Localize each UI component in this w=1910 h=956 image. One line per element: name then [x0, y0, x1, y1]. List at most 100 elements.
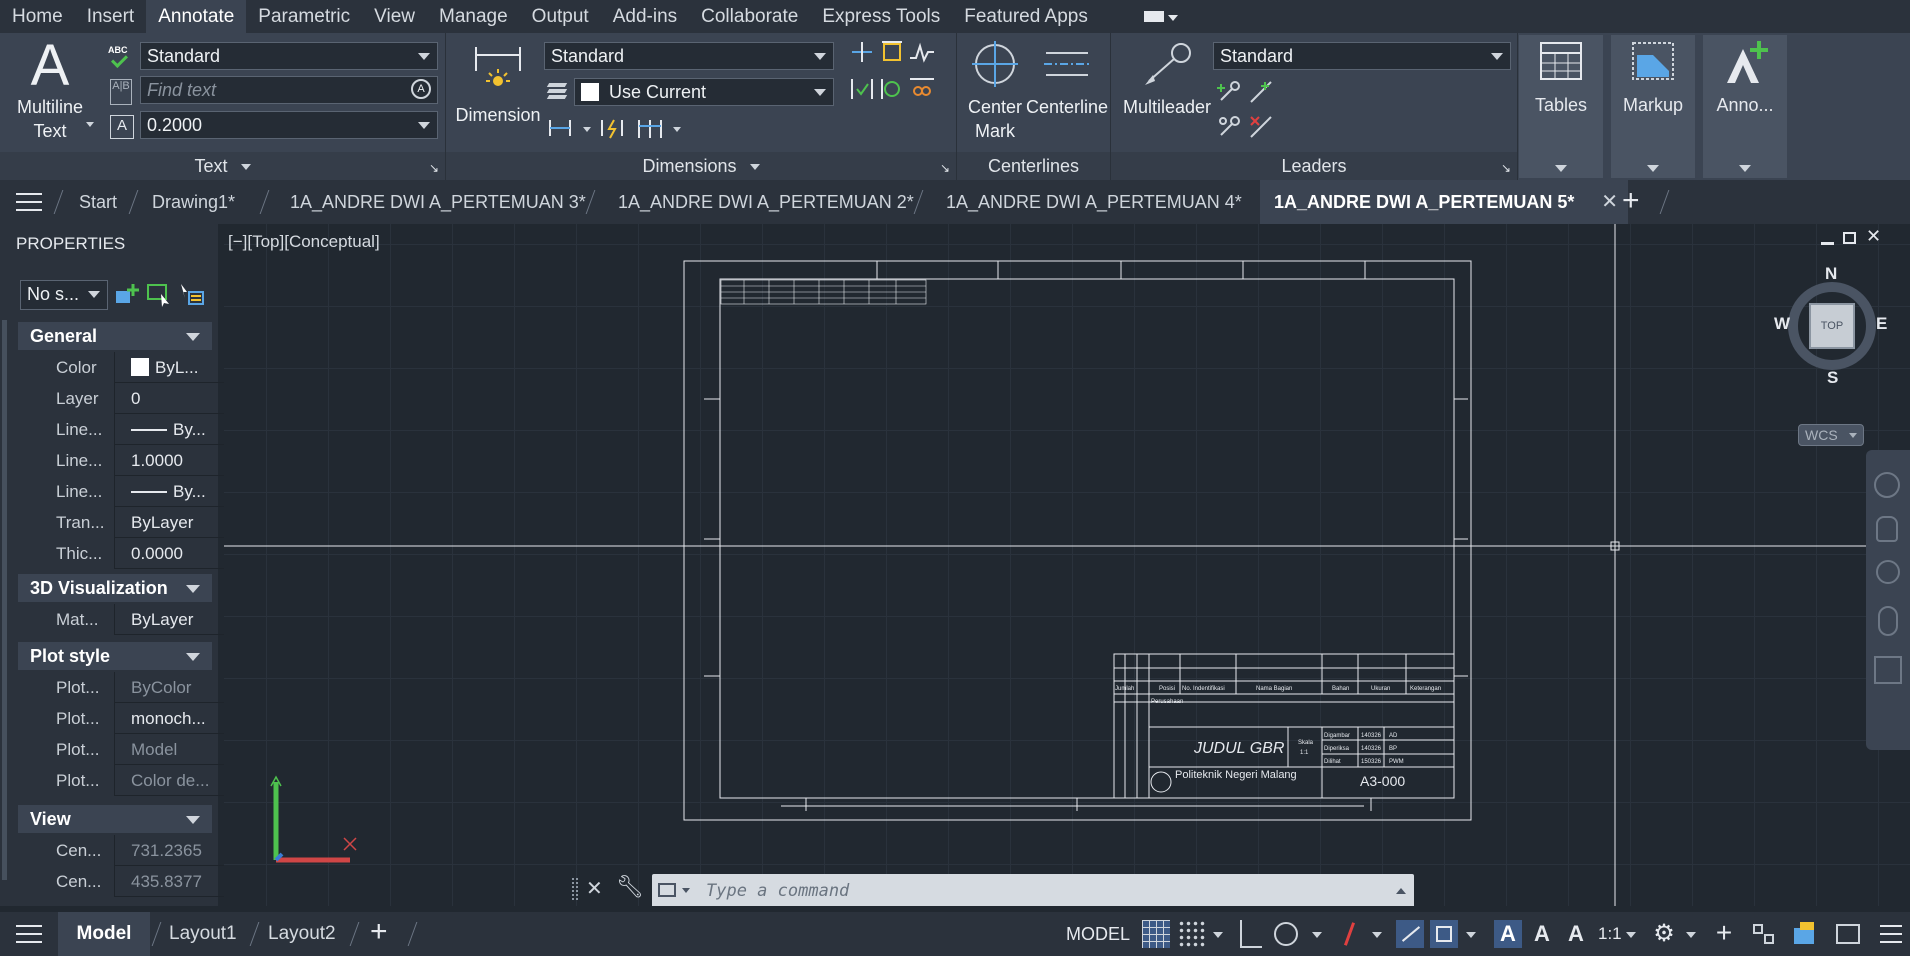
menu-manage[interactable]: Manage — [427, 0, 520, 33]
quick-properties-icon[interactable] — [1790, 920, 1818, 948]
prop-row-layer[interactable]: Layer 0 — [18, 383, 235, 414]
prop-row-center-y[interactable]: Cen... 435.8377 — [18, 866, 235, 897]
markup-button[interactable]: Markup — [1611, 35, 1695, 178]
new-tab-plus-icon[interactable]: + — [1622, 186, 1640, 216]
dim-inspect-icon[interactable] — [848, 75, 876, 103]
dim-reassociate-icon[interactable] — [908, 75, 936, 103]
prop-row-linetype-scale[interactable]: Line... 1.0000 — [18, 445, 235, 476]
customization-menu-icon[interactable] — [1880, 925, 1902, 943]
prop-row-material[interactable]: Mat... ByLayer — [18, 604, 235, 635]
dim-update-icon[interactable] — [878, 75, 906, 103]
prop-row-plot-style[interactable]: Plot... ByColor — [18, 672, 235, 703]
find-search-icon[interactable]: A — [411, 79, 431, 99]
compass-south[interactable]: S — [1827, 368, 1838, 388]
command-input[interactable]: Type a command — [652, 874, 1414, 906]
dialog-launcher-icon[interactable]: ↘ — [1501, 154, 1511, 182]
menu-addins[interactable]: Add-ins — [601, 0, 689, 33]
showmotion-icon[interactable] — [1874, 656, 1902, 684]
isodraft-icon[interactable] — [1336, 920, 1364, 948]
chevron-down-icon[interactable] — [583, 127, 591, 132]
snap-icon[interactable] — [1178, 920, 1206, 948]
command-history-icon[interactable] — [1396, 888, 1406, 894]
units-icon[interactable] — [1750, 920, 1778, 948]
leaders-panel-title[interactable]: Leaders ↘ — [1111, 152, 1517, 180]
remove-leader-icon[interactable] — [1215, 113, 1243, 141]
chevron-down-icon[interactable] — [1686, 932, 1696, 938]
annotation-scaling-button[interactable]: Anno... — [1703, 35, 1787, 178]
center-mark-button[interactable]: Center Mark — [959, 39, 1031, 143]
selection-dropdown[interactable]: No s... — [20, 280, 108, 310]
minimize-viewport-icon[interactable] — [1821, 242, 1834, 245]
annotation-scale-icon[interactable]: A — [1562, 920, 1590, 948]
compass-west[interactable]: W — [1774, 314, 1790, 334]
annotation-visibility-icon[interactable]: A — [1494, 920, 1522, 948]
steering-wheel-icon[interactable] — [1874, 472, 1900, 498]
dialog-launcher-icon[interactable]: ↘ — [429, 154, 439, 182]
auto-scale-icon[interactable]: A — [1528, 920, 1556, 948]
ribbon-state-toggle-icon[interactable] — [1140, 7, 1180, 27]
chevron-down-icon[interactable] — [1312, 932, 1322, 938]
tab-layout1[interactable]: Layout1 — [169, 912, 237, 956]
text-style-dropdown[interactable]: Standard — [140, 42, 438, 70]
object-snap-icon[interactable] — [1430, 920, 1458, 948]
compass-east[interactable]: E — [1876, 314, 1887, 334]
tab-pertemuan-5[interactable]: 1A_ANDRE DWI A_PERTEMUAN 5* ✕ — [1260, 180, 1628, 224]
layout-menu-icon[interactable] — [16, 925, 42, 943]
prop-row-linetype[interactable]: Line... By... — [18, 414, 277, 445]
prop-row-plot-table[interactable]: Plot... monoch... — [18, 703, 235, 734]
toggle-pickadd-icon[interactable] — [113, 282, 141, 308]
tab-pertemuan-2[interactable]: 1A_ANDRE DWI A_PERTEMUAN 2* — [618, 180, 914, 224]
chevron-down-icon[interactable] — [673, 127, 681, 132]
workspace-gear-icon[interactable]: ⚙︎ — [1650, 920, 1678, 948]
mleader-style-dropdown[interactable]: Standard — [1213, 42, 1511, 70]
menu-insert[interactable]: Insert — [75, 0, 147, 33]
command-customize-wrench-icon[interactable]: 🔧︎ — [616, 874, 644, 900]
dim-continue-icon[interactable] — [546, 114, 574, 142]
menu-featured-apps[interactable]: Featured Apps — [952, 0, 1100, 33]
dim-adjust-space-icon[interactable] — [878, 38, 906, 66]
dim-break-icon[interactable] — [848, 38, 876, 66]
model-space-button[interactable]: MODEL — [1062, 920, 1134, 948]
tab-start[interactable]: Start — [79, 180, 117, 224]
viewcube[interactable]: TOP N S E W — [1774, 264, 1894, 387]
drawing-canvas[interactable]: JUDUL GBR Politeknik Negeri Malang A3-00… — [224, 224, 1910, 906]
clean-screen-icon[interactable] — [1836, 924, 1860, 944]
tab-pertemuan-3[interactable]: 1A_ANDRE DWI A_PERTEMUAN 3* — [290, 180, 586, 224]
polar-tracking-icon[interactable] — [1274, 922, 1298, 946]
menu-annotate[interactable]: Annotate — [146, 0, 247, 33]
palette-grip[interactable] — [2, 320, 7, 880]
compass-north[interactable]: N — [1825, 264, 1837, 284]
ortho-icon[interactable] — [1240, 920, 1262, 948]
section-general[interactable]: General — [18, 322, 212, 350]
menu-express-tools[interactable]: Express Tools — [810, 0, 952, 33]
dimensions-panel-title[interactable]: Dimensions ↘ — [446, 152, 956, 180]
tab-pertemuan-4[interactable]: 1A_ANDRE DWI A_PERTEMUAN 4* — [946, 180, 1242, 224]
grid-icon[interactable] — [1142, 920, 1170, 948]
menu-collaborate[interactable]: Collaborate — [689, 0, 810, 33]
prop-row-center-x[interactable]: Cen... 731.2365 — [18, 835, 235, 866]
chevron-down-icon[interactable] — [1626, 932, 1636, 938]
restore-viewport-icon[interactable] — [1843, 232, 1856, 244]
text-height-dropdown[interactable]: 0.2000 — [140, 111, 438, 139]
dim-layer-dropdown[interactable]: Use Current — [574, 78, 834, 106]
object-snap-tracking-icon[interactable] — [1396, 920, 1424, 948]
menu-output[interactable]: Output — [520, 0, 601, 33]
menu-home[interactable]: Home — [0, 0, 75, 33]
viewcube-top-face[interactable]: TOP — [1809, 303, 1855, 349]
pan-hand-icon[interactable] — [1876, 516, 1898, 542]
chevron-down-icon[interactable] — [1466, 932, 1476, 938]
select-objects-icon[interactable] — [145, 282, 173, 308]
spell-check-icon[interactable]: ABC — [108, 45, 132, 69]
text-panel-title[interactable]: Text ↘ — [0, 152, 445, 180]
align-leader-icon[interactable] — [1247, 78, 1275, 106]
dim-style-dropdown[interactable]: Standard — [544, 42, 834, 70]
dialog-launcher-icon[interactable]: ↘ — [940, 154, 950, 182]
quick-select-icon[interactable] — [177, 282, 205, 308]
multiline-text-button[interactable]: A Multiline Text — [8, 37, 92, 147]
multileader-button[interactable]: Multileader — [1117, 39, 1217, 119]
add-leader-icon[interactable] — [1215, 78, 1243, 106]
section-plot-style[interactable]: Plot style — [18, 642, 212, 670]
dim-baseline-icon[interactable] — [636, 114, 664, 142]
prop-row-transparency[interactable]: Tran... ByLayer — [18, 507, 235, 538]
command-close-icon[interactable]: ✕ — [586, 876, 603, 901]
